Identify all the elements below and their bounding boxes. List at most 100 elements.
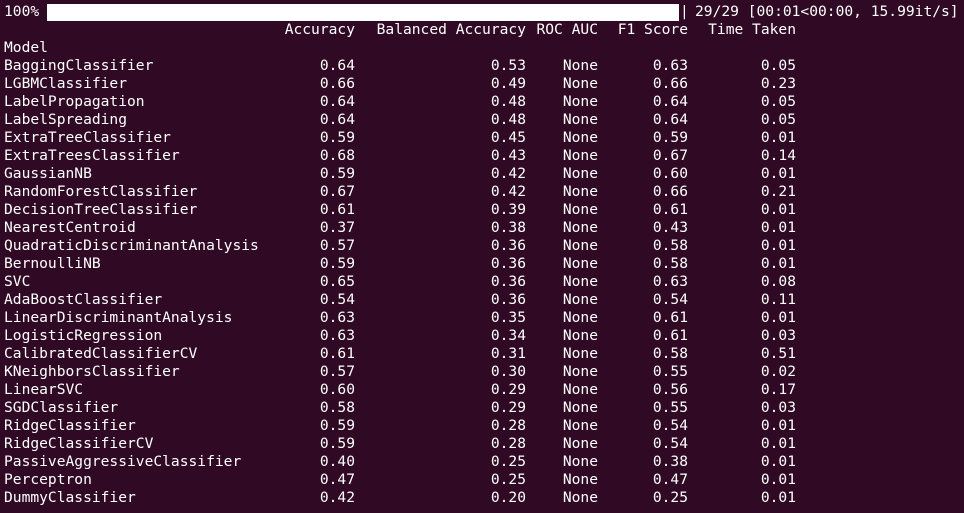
f1-score-cell: 0.55 [652, 399, 688, 416]
balanced-accuracy-cell: 0.25 [490, 453, 526, 470]
time-taken-cell: 0.51 [760, 345, 796, 362]
accuracy-cell: 0.65 [319, 273, 355, 290]
balanced-accuracy-cell: 0.49 [490, 75, 526, 92]
roc-auc-cell: None [562, 273, 598, 290]
accuracy-cell: 0.67 [319, 183, 355, 200]
roc-auc-cell: None [562, 147, 598, 164]
roc-auc-cell: None [562, 183, 598, 200]
column-header-f1-score: F1 Score [617, 21, 688, 38]
accuracy-cell: 0.59 [319, 435, 355, 452]
f1-score-cell: 0.56 [652, 381, 688, 398]
balanced-accuracy-cell: 0.43 [490, 147, 526, 164]
time-taken-cell: 0.01 [760, 165, 796, 182]
model-name: KNeighborsClassifier [4, 363, 180, 380]
roc-auc-cell: None [562, 363, 598, 380]
table-row: SGDClassifier 0.58 0.29 None 0.55 0.03 [0, 399, 964, 417]
table-row: RidgeClassifier 0.59 0.28 None 0.54 0.01 [0, 417, 964, 435]
roc-auc-cell: None [562, 399, 598, 416]
table-row: LabelPropagation 0.64 0.48 None 0.64 0.05 [0, 93, 964, 111]
f1-score-cell: 0.64 [652, 111, 688, 128]
time-taken-cell: 0.17 [760, 381, 796, 398]
f1-score-cell: 0.61 [652, 309, 688, 326]
balanced-accuracy-cell: 0.45 [490, 129, 526, 146]
accuracy-cell: 0.40 [319, 453, 355, 470]
time-taken-cell: 0.01 [760, 435, 796, 452]
time-taken-cell: 0.03 [760, 327, 796, 344]
time-taken-cell: 0.23 [760, 75, 796, 92]
model-name: GaussianNB [4, 165, 92, 182]
roc-auc-cell: None [562, 309, 598, 326]
accuracy-cell: 0.59 [319, 255, 355, 272]
time-taken-cell: 0.01 [760, 471, 796, 488]
balanced-accuracy-cell: 0.36 [490, 237, 526, 254]
balanced-accuracy-cell: 0.29 [490, 399, 526, 416]
time-taken-cell: 0.05 [760, 111, 796, 128]
model-name: CalibratedClassifierCV [4, 345, 198, 362]
table-row: LGBMClassifier 0.66 0.49 None 0.66 0.23 [0, 75, 964, 93]
time-taken-cell: 0.01 [760, 453, 796, 470]
table-row: LogisticRegression 0.63 0.34 None 0.61 0.03 [0, 327, 964, 345]
table-row: GaussianNB 0.59 0.42 None 0.60 0.01 [0, 165, 964, 183]
f1-score-cell: 0.55 [652, 363, 688, 380]
accuracy-cell: 0.61 [319, 201, 355, 218]
table-row: LinearSVC 0.60 0.29 None 0.56 0.17 [0, 381, 964, 399]
roc-auc-cell: None [562, 111, 598, 128]
model-name: LinearDiscriminantAnalysis [4, 309, 233, 326]
roc-auc-cell: None [562, 129, 598, 146]
table-row: RidgeClassifierCV 0.59 0.28 None 0.54 0.01 [0, 435, 964, 453]
f1-score-cell: 0.25 [652, 489, 688, 506]
f1-score-cell: 0.47 [652, 471, 688, 488]
time-taken-cell: 0.21 [760, 183, 796, 200]
f1-score-cell: 0.58 [652, 345, 688, 362]
roc-auc-cell: None [562, 237, 598, 254]
accuracy-cell: 0.58 [319, 399, 355, 416]
table-header-row: Accuracy Balanced Accuracy ROC AUC F1 Sc… [0, 21, 964, 39]
f1-score-cell: 0.38 [652, 453, 688, 470]
roc-auc-cell: None [562, 165, 598, 182]
roc-auc-cell: None [562, 345, 598, 362]
time-taken-cell: 0.05 [760, 93, 796, 110]
accuracy-cell: 0.60 [319, 381, 355, 398]
time-taken-cell: 0.14 [760, 147, 796, 164]
accuracy-cell: 0.59 [319, 417, 355, 434]
accuracy-cell: 0.54 [319, 291, 355, 308]
terminal-window[interactable]: 100% | 29/29 [00:01<00:00, 15.99it/s] Ac… [0, 0, 964, 513]
f1-score-cell: 0.61 [652, 327, 688, 344]
model-name: SGDClassifier [4, 399, 119, 416]
balanced-accuracy-cell: 0.28 [490, 417, 526, 434]
accuracy-cell: 0.47 [319, 471, 355, 488]
model-name: LGBMClassifier [4, 75, 128, 92]
column-header-roc-auc: ROC AUC [536, 21, 598, 38]
time-taken-cell: 0.03 [760, 399, 796, 416]
roc-auc-cell: None [562, 219, 598, 236]
time-taken-cell: 0.01 [760, 255, 796, 272]
model-name: BernoulliNB [4, 255, 101, 272]
time-taken-cell: 0.05 [760, 57, 796, 74]
column-header-accuracy: Accuracy [284, 21, 355, 38]
table-row: RandomForestClassifier 0.67 0.42 None 0.66 0.… [0, 183, 964, 201]
progress-percent: 100% [4, 3, 40, 20]
model-name: RandomForestClassifier [4, 183, 198, 200]
balanced-accuracy-cell: 0.42 [490, 183, 526, 200]
model-name: Perceptron [4, 471, 92, 488]
model-name: LabelPropagation [4, 93, 145, 110]
accuracy-cell: 0.42 [319, 489, 355, 506]
table-row: AdaBoostClassifier 0.54 0.36 None 0.54 0.11 [0, 291, 964, 309]
f1-score-cell: 0.54 [652, 435, 688, 452]
f1-score-cell: 0.63 [652, 273, 688, 290]
model-name: SVC [4, 273, 31, 290]
table-row: DecisionTreeClassifier 0.61 0.39 None 0.61 0.… [0, 201, 964, 219]
f1-score-cell: 0.54 [652, 291, 688, 308]
column-header-balanced-accuracy: Balanced Accuracy [376, 21, 526, 38]
table-row: CalibratedClassifierCV 0.61 0.31 None 0.58 0.… [0, 345, 964, 363]
table-row: KNeighborsClassifier 0.57 0.30 None 0.55 0.02 [0, 363, 964, 381]
table-row: PassiveAggressiveClassifier 0.40 0.25 None 0… [0, 453, 964, 471]
time-taken-cell: 0.01 [760, 309, 796, 326]
f1-score-cell: 0.67 [652, 147, 688, 164]
balanced-accuracy-cell: 0.29 [490, 381, 526, 398]
f1-score-cell: 0.58 [652, 255, 688, 272]
time-taken-cell: 0.01 [760, 489, 796, 506]
progress-line: 100% | 29/29 [00:01<00:00, 15.99it/s] [0, 3, 964, 21]
model-name: RidgeClassifierCV [4, 435, 154, 452]
model-name: ExtraTreeClassifier [4, 129, 171, 146]
